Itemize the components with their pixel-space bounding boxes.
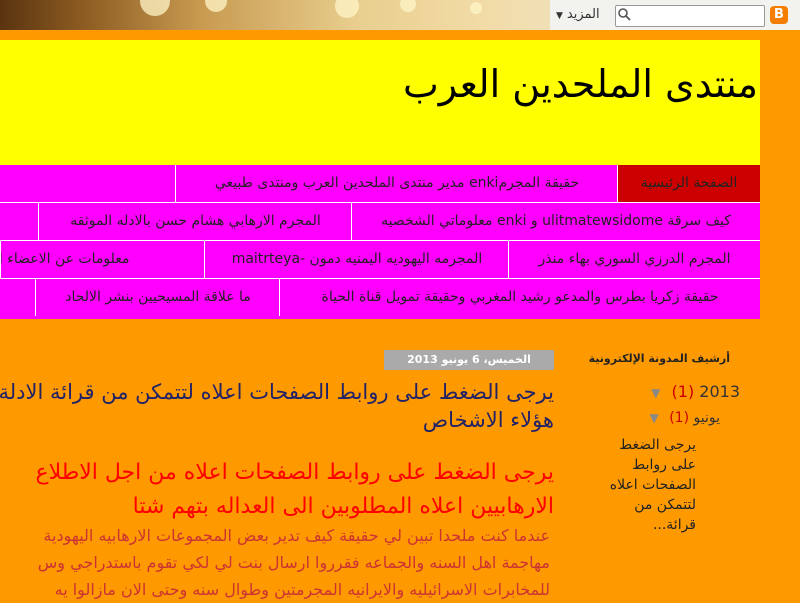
tab-label: كيف سرقة ulitmatewsidome و enki معلوماتي… bbox=[381, 213, 731, 229]
post-body: عندما كنت ملحدا تبين لي حقيقة كيف تدير ب… bbox=[0, 522, 550, 603]
tab-label: المجرم الدرزي السوري بهاء منذر bbox=[538, 251, 731, 267]
tab-label: حقيقة زكريا بطرس والمدعو رشيد المغربي وح… bbox=[321, 289, 719, 305]
post-heading-line: الارهابيين اعلاه المطلوبين الى العداله ب… bbox=[132, 494, 554, 519]
archive-month-item[interactable]: يونيو (1) ▼ bbox=[650, 410, 720, 426]
tab-zakaria-boutros[interactable]: حقيقة زكريا بطرس والمدعو رشيد المغربي وح… bbox=[279, 279, 760, 316]
tab-home[interactable]: الصفحة الرئيسية bbox=[617, 165, 760, 202]
post-title[interactable]: يرجى الضغط على روابط الصفحات اعلاه لتتمك… bbox=[0, 378, 554, 434]
tab-label: حقيقة المجرمenki مدير منتدى الملحدين الع… bbox=[214, 175, 580, 191]
tab-label: المجرمه اليهوديه اليمنيه دمون -maitrteya bbox=[231, 251, 483, 267]
post-heading: يرجى الضغط على روابط الصفحات اعلاه من اج… bbox=[0, 456, 554, 524]
post-date: الخميس، 6 يونيو 2013 bbox=[384, 350, 554, 370]
blogger-logo-icon[interactable]: B bbox=[770, 6, 788, 24]
archive-widget-title: أرشيف المدونة الإلكترونية bbox=[588, 352, 730, 365]
bokeh-decoration bbox=[335, 0, 359, 18]
post-title-line: هؤلاء الاشخاص bbox=[422, 408, 554, 432]
collapse-toggle-icon[interactable]: ▼ bbox=[651, 386, 660, 400]
tab-members-info[interactable]: معلومات عن الاعضاء الملحدين bbox=[0, 241, 205, 278]
blog-title[interactable]: منتدى الملحدين العرب bbox=[403, 62, 758, 106]
more-menu-button[interactable]: المزيد▼ bbox=[556, 6, 600, 24]
search-icon bbox=[618, 8, 631, 21]
post-body-line: للمخابرات الاسرائيليه والايرانيه المجرمت… bbox=[54, 580, 550, 599]
archive-year-label: 2013 bbox=[699, 382, 740, 401]
archive-post-link[interactable]: يرجى الضغط على روابط الصفحات اعلاه لتتمك… bbox=[604, 435, 696, 535]
post-heading-line: يرجى الضغط على روابط الصفحات اعلاه من اج… bbox=[35, 460, 554, 485]
bokeh-decoration bbox=[205, 0, 227, 12]
tab-label: المجرم الارهابي هشام حسن بالادله الموثقه bbox=[70, 213, 321, 229]
post-body-line: مهاجمة اهل السنه والجماعه فقرروا ارسال ب… bbox=[37, 553, 550, 572]
archive-year-item[interactable]: 2013 (1) ▼ bbox=[651, 382, 740, 401]
bokeh-decoration bbox=[140, 0, 170, 16]
tab-christians-atheism[interactable]: ما علاقة المسيحيين بنشر الالحاد bbox=[35, 279, 280, 316]
bokeh-decoration bbox=[400, 0, 416, 12]
tab-hisham-hassan[interactable]: المجرم الارهابي هشام حسن بالادله الموثقه bbox=[38, 203, 352, 240]
archive-month-label: يونيو bbox=[693, 410, 720, 426]
more-menu-label: المزيد bbox=[566, 7, 600, 22]
tab-label: الصفحة الرئيسية bbox=[640, 175, 738, 191]
chevron-down-icon: ▼ bbox=[556, 11, 563, 21]
tab-stolen-info[interactable]: كيف سرقة ulitmatewsidome و enki معلوماتي… bbox=[351, 203, 760, 240]
tab-maitrteya[interactable]: المجرمه اليهوديه اليمنيه دمون -maitrteya bbox=[204, 241, 509, 278]
archive-year-count: (1) bbox=[671, 382, 695, 401]
post-body-line: عندما كنت ملحدا تبين لي حقيقة كيف تدير ب… bbox=[43, 526, 550, 545]
tab-enki[interactable]: حقيقة المجرمenki مدير منتدى الملحدين الع… bbox=[175, 165, 618, 202]
post-title-line: يرجى الضغط على روابط الصفحات اعلاه لتتمك… bbox=[0, 380, 554, 404]
bokeh-decoration bbox=[470, 2, 482, 14]
pages-nav: الصفحة الرئيسية حقيقة المجرمenki مدير من… bbox=[0, 165, 760, 319]
archive-month-count: (1) bbox=[669, 410, 690, 426]
tab-bahaa-munzer[interactable]: المجرم الدرزي السوري بهاء منذر bbox=[508, 241, 760, 278]
tab-label: معلومات عن الاعضاء الملحدين bbox=[1, 251, 130, 267]
tab-label: ما علاقة المسيحيين بنشر الالحاد bbox=[65, 289, 251, 305]
search-input[interactable] bbox=[615, 5, 765, 27]
blog-header: منتدى الملحدين العرب bbox=[0, 40, 760, 165]
collapse-toggle-icon[interactable]: ▼ bbox=[650, 411, 659, 425]
